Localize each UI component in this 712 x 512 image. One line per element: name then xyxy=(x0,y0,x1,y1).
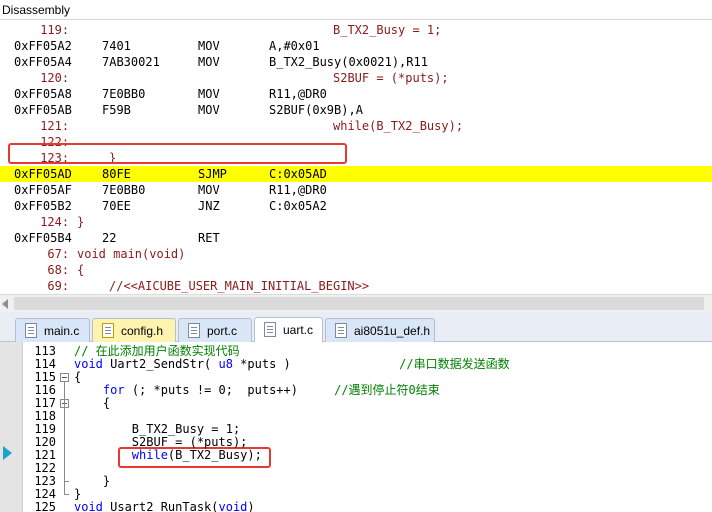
instruction-address: 0xFF05AF xyxy=(14,183,72,197)
tab-label: uart.c xyxy=(283,323,314,337)
file-icon xyxy=(102,323,114,338)
scroll-left-icon[interactable] xyxy=(2,299,8,309)
instruction-opcode: 7E0BB0 xyxy=(102,87,146,101)
editor-line-number: 125 xyxy=(34,500,56,512)
instruction-opcode: 70EE xyxy=(102,199,131,213)
instruction-opcode: F59B xyxy=(102,103,131,117)
instruction-opcode: 80FE xyxy=(102,167,131,181)
instruction-operands: A,#0x01 xyxy=(269,39,320,53)
source-line-number: 124: xyxy=(40,215,70,229)
disassembly-source-row[interactable]: 68: { xyxy=(0,262,712,278)
source-line-text: void main(void) xyxy=(77,247,186,261)
disassembly-source-row[interactable]: 121: while(B_TX2_Busy); xyxy=(0,118,712,134)
disassembly-instruction-row[interactable]: 0xFF05AB F59B MOV S2BUF(0x9B),A xyxy=(0,102,712,118)
tab-ai8051u-def-h[interactable]: ai8051u_def.h xyxy=(325,318,435,342)
fold-guide-line xyxy=(64,382,65,495)
execution-arrow-icon xyxy=(3,446,12,460)
instruction-opcode: 7AB30021 xyxy=(102,55,160,69)
file-icon xyxy=(335,323,347,338)
instruction-operands: C:0x05AD xyxy=(269,167,327,181)
tab-config-h[interactable]: config.h xyxy=(92,318,176,342)
source-line-number: 121: xyxy=(40,119,70,133)
instruction-operands: S2BUF(0x9B),A xyxy=(269,103,363,117)
editor-code-line[interactable]: void Usart2 RunTask(void) xyxy=(74,501,255,512)
editor-tab-bar: main.c config.h port.c uart.c ai8051u_def.h xyxy=(0,312,712,343)
disassembly-source-row[interactable]: 67: void main(void) xyxy=(0,246,712,262)
instruction-mnemonic: MOV xyxy=(198,55,220,69)
source-editor[interactable]: 113// 在此添加用户函数实现代码 114 void Uart2_SendStr(… xyxy=(0,342,712,512)
source-line-number: 119: xyxy=(40,23,70,37)
source-line-text: B_TX2_Busy = 1; xyxy=(333,23,442,37)
source-line-text: S2BUF = (*puts); xyxy=(333,71,449,85)
instruction-operands: R11,@DR0 xyxy=(269,183,327,197)
disassembly-hscrollbar[interactable] xyxy=(0,294,712,312)
source-line-number: 68: xyxy=(47,263,70,277)
instruction-operands: R11,@DR0 xyxy=(269,87,327,101)
editor-code-line[interactable]: { xyxy=(74,397,110,410)
tab-main-c[interactable]: main.c xyxy=(15,318,90,342)
disassembly-instruction-row[interactable]: 0xFF05B2 70EE JNZ C:0x05A2 xyxy=(0,198,712,214)
fold-toggle-icon[interactable] xyxy=(60,373,69,382)
instruction-mnemonic: JNZ xyxy=(198,199,220,213)
instruction-mnemonic: MOV xyxy=(198,103,220,117)
tab-label: config.h xyxy=(121,324,164,338)
source-line-number: 120: xyxy=(40,71,70,85)
instruction-address: 0xFF05A4 xyxy=(14,55,72,69)
disassembly-instruction-row[interactable]: 0xFF05AD 80FE SJMP C:0x05AD xyxy=(0,166,712,182)
instruction-mnemonic: MOV xyxy=(198,87,220,101)
file-icon xyxy=(25,323,37,338)
editor-gutter[interactable] xyxy=(0,342,22,512)
instruction-opcode: 22 xyxy=(102,231,117,245)
editor-code-line[interactable]: void Uart2_SendStr( u8 *puts ) //串口数据发送函… xyxy=(74,358,510,371)
tab-label: port.c xyxy=(207,324,238,338)
source-line-text: //<<AICUBE_USER_MAIN_INITIAL_BEGIN>> xyxy=(109,279,370,293)
disassembly-instruction-row[interactable]: 0xFF05A4 7AB30021 MOV B_TX2_Busy(0x0021),R1… xyxy=(0,54,712,70)
editor-code-line[interactable]: while(B_TX2_Busy); xyxy=(74,449,262,462)
instruction-address: 0xFF05B4 xyxy=(14,231,72,245)
file-icon xyxy=(264,322,276,337)
disassembly-source-row[interactable]: 120: S2BUF = (*puts); xyxy=(0,70,712,86)
file-icon xyxy=(188,323,200,338)
scroll-thumb[interactable] xyxy=(14,297,704,310)
tab-port-c[interactable]: port.c xyxy=(178,318,252,342)
disassembly-instruction-row[interactable]: 0xFF05A8 7E0BB0 MOV R11,@DR0 xyxy=(0,86,712,102)
fold-guide-end xyxy=(64,494,69,495)
disassembly-source-row[interactable]: 119: B_TX2_Busy = 1; xyxy=(0,22,712,38)
source-line-text: } xyxy=(77,215,85,229)
fold-guide-end xyxy=(64,481,69,482)
disassembly-source-row[interactable]: 124:} xyxy=(0,214,712,230)
instruction-address: 0xFF05AB xyxy=(14,103,72,117)
current-instruction-highlight xyxy=(8,143,347,164)
instruction-opcode: 7E0BB0 xyxy=(102,183,146,197)
disassembly-instruction-row[interactable]: 0xFF05A2 7401 MOV A,#0x01 xyxy=(0,38,712,54)
tab-uart-c[interactable]: uart.c xyxy=(254,317,323,343)
instruction-mnemonic: RET xyxy=(198,231,220,245)
instruction-address: 0xFF05A2 xyxy=(14,39,72,53)
instruction-address: 0xFF05B2 xyxy=(14,199,72,213)
instruction-mnemonic: MOV xyxy=(198,183,220,197)
disassembly-title: Disassembly xyxy=(0,0,712,20)
instruction-operands: C:0x05A2 xyxy=(269,199,327,213)
instruction-address: 0xFF05A8 xyxy=(14,87,72,101)
instruction-address: 0xFF05AD xyxy=(14,167,72,181)
source-line-text: while(B_TX2_Busy); xyxy=(333,119,464,133)
disassembly-source-row[interactable]: 69: //<<AICUBE_USER_MAIN_INITIAL_BEGIN>> xyxy=(0,278,712,294)
instruction-opcode: 7401 xyxy=(102,39,131,53)
tab-label: main.c xyxy=(44,324,80,338)
source-line-text: { xyxy=(77,263,85,277)
tab-label: ai8051u_def.h xyxy=(354,324,431,338)
instruction-operands: B_TX2_Busy(0x0021),R11 xyxy=(269,55,428,69)
source-line-number: 67: xyxy=(47,247,70,261)
instruction-mnemonic: MOV xyxy=(198,39,220,53)
editor-code-line[interactable]: for (; *puts != 0; puts++) //遇到停止符0结束 xyxy=(74,384,440,397)
disassembly-instruction-row[interactable]: 0xFF05B4 22 RET xyxy=(0,230,712,246)
disassembly-instruction-row[interactable]: 0xFF05AF 7E0BB0 MOV R11,@DR0 xyxy=(0,182,712,198)
source-line-number: 69: xyxy=(47,279,70,293)
instruction-mnemonic: SJMP xyxy=(198,167,227,181)
